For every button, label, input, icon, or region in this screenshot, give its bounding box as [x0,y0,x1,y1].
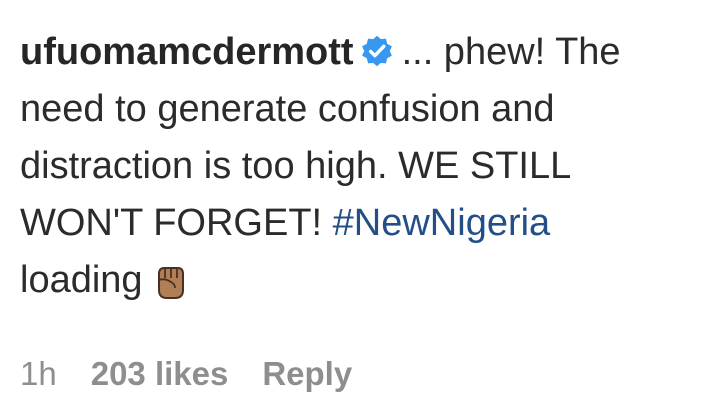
comment: ufuomamcdermott ... phew! The need to ge… [20,24,660,309]
comment-body: ufuomamcdermott ... phew! The need to ge… [20,24,660,309]
timestamp: 1h [20,355,57,392]
verified-badge-icon [360,34,394,68]
hashtag-link[interactable]: #NewNigeria [333,202,551,244]
comment-meta: 1h 203 likes Reply [20,352,386,396]
username-link[interactable]: ufuomamcdermott [20,31,354,73]
reply-button[interactable]: Reply [262,355,352,392]
likes-count-link[interactable]: 203 likes [91,355,229,392]
raised-fist-icon [151,260,191,302]
comment-text-end: loading [20,259,143,301]
